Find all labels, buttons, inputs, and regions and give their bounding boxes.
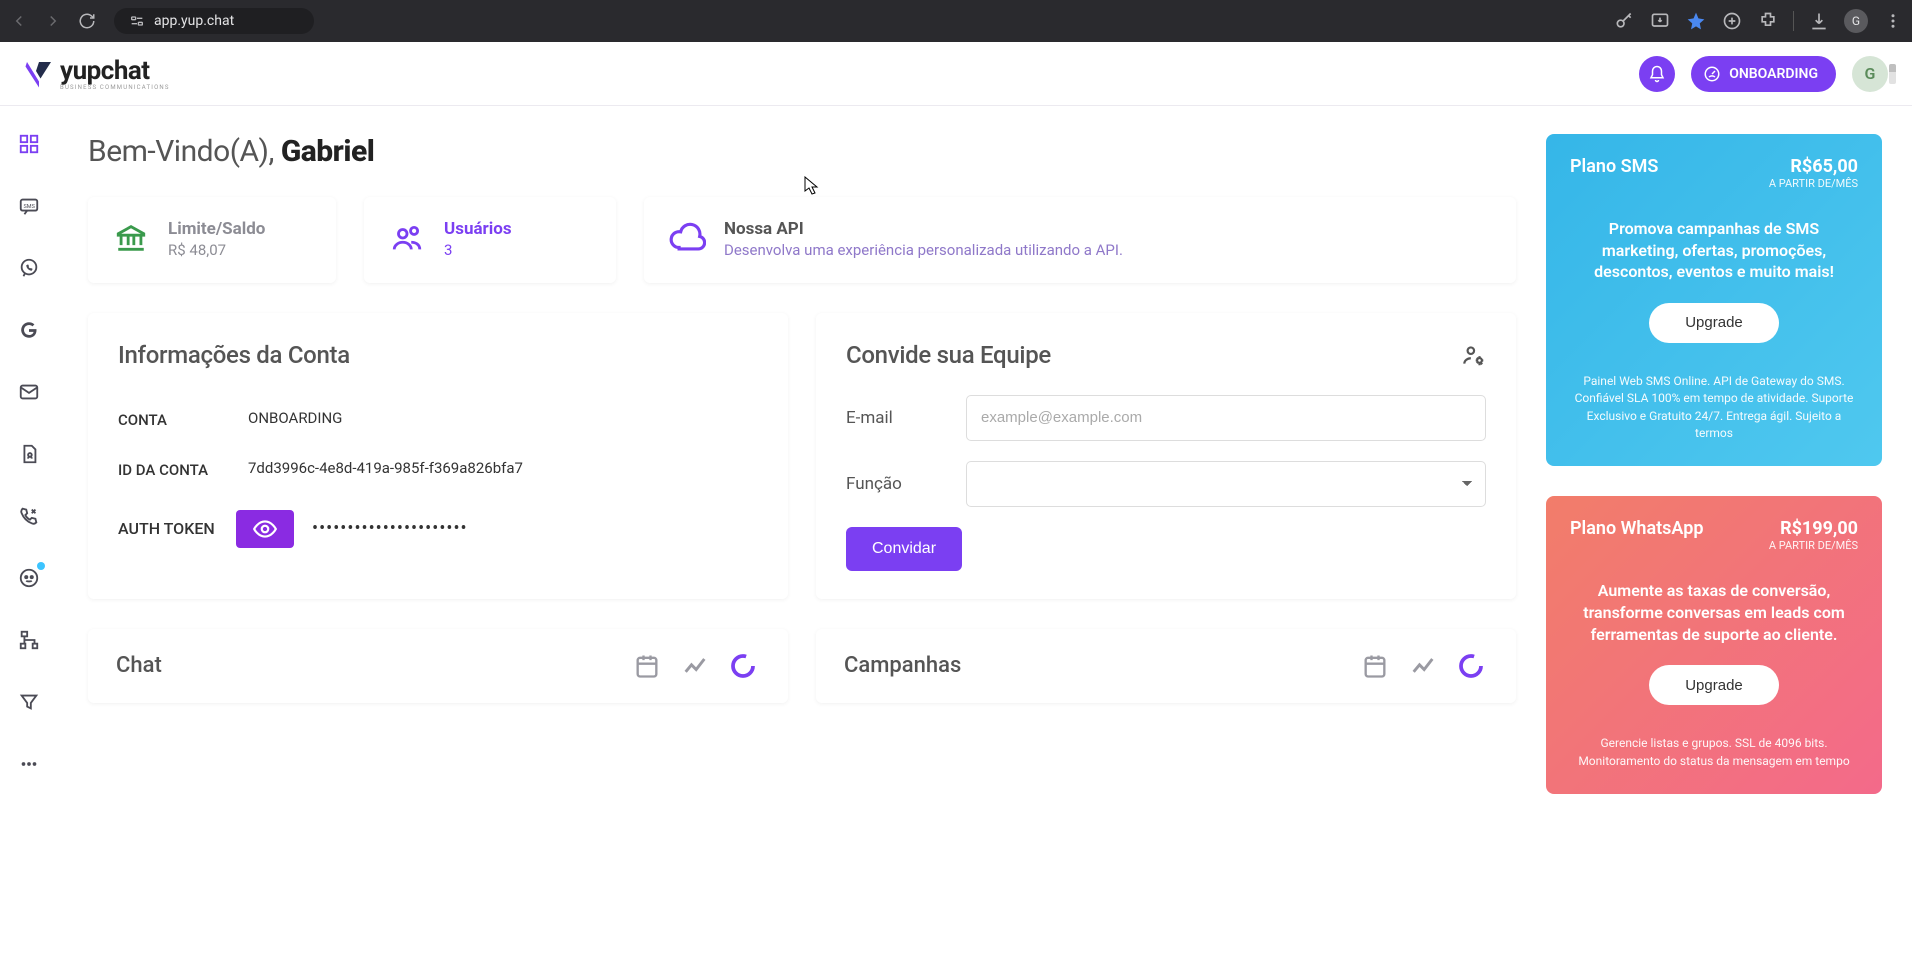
auth-token-label: AUTH TOKEN [118,517,218,541]
welcome-greeting: Bem-Vindo(A), [88,134,281,169]
stat-card-api[interactable]: Nossa API Desenvolva uma experiência per… [644,197,1516,283]
campaigns-title: Campanhas [844,653,961,678]
stat-card-users[interactable]: Usuários 3 [364,197,616,283]
sidebar-flow[interactable] [15,626,43,654]
plan-wa-footer: Gerencie listas e grupos. SSL de 4096 bi… [1570,735,1858,770]
email-label: E-mail [846,408,946,428]
account-info-title: Informações da Conta [118,341,758,369]
api-label: Nossa API [724,219,1123,239]
extensions-icon[interactable] [1757,10,1779,32]
account-id-label: ID DA CONTA [118,459,248,482]
plan-sms-price-sub: A PARTIR DE/MÊS [1769,177,1858,190]
plan-sms-upgrade-button[interactable]: Upgrade [1649,303,1779,343]
sidebar-bot[interactable] [15,564,43,592]
sidebar: SMS [0,106,58,960]
api-description: Desenvolva uma experiência personalizada… [724,241,1123,261]
user-avatar[interactable]: G [1852,56,1888,92]
new-tab-plus-icon[interactable] [1721,10,1743,32]
browser-forward-button[interactable] [42,10,64,32]
sidebar-document[interactable] [15,440,43,468]
bank-icon [112,219,150,257]
campaigns-trend-button[interactable] [1406,649,1440,683]
plan-card-sms: Plano SMS R$65,00 A PARTIR DE/MÊS Promov… [1546,134,1882,466]
role-select[interactable] [966,461,1486,507]
plan-wa-desc: Aumente as taxas de conversão, transform… [1570,580,1858,645]
notifications-button[interactable] [1639,56,1675,92]
welcome-heading: Bem-Vindo(A), Gabriel [88,134,1516,169]
eye-icon [252,516,278,542]
password-key-icon[interactable] [1613,10,1635,32]
email-input[interactable] [966,395,1486,441]
plan-wa-price: R$199,00 [1769,518,1858,539]
sidebar-sms[interactable]: SMS [15,192,43,220]
sidebar-mail[interactable] [15,378,43,406]
browser-address-bar[interactable]: app.yup.chat [114,8,314,34]
welcome-name: Gabriel [281,134,375,169]
toolbar-separator [1793,11,1794,31]
cloud-icon [668,219,706,257]
svg-text:SMS: SMS [24,204,36,210]
account-info-card: Informações da Conta CONTA ONBOARDING ID… [88,313,788,599]
downloads-icon[interactable] [1808,10,1830,32]
invite-team-card: Convide sua Equipe E-mail Função Convida… [816,313,1516,599]
chat-donut-button[interactable] [726,649,760,683]
chat-trend-button[interactable] [678,649,712,683]
role-label: Função [846,474,946,494]
browser-reload-button[interactable] [76,10,98,32]
reveal-token-button[interactable] [236,510,294,548]
bell-icon [1648,65,1666,83]
users-icon [388,219,426,257]
campaigns-donut-button[interactable] [1454,649,1488,683]
browser-menu-icon[interactable] [1882,10,1904,32]
sidebar-google[interactable] [15,316,43,344]
bookmark-star-icon[interactable] [1685,10,1707,32]
sidebar-dashboard[interactable] [15,130,43,158]
site-settings-icon [128,12,146,30]
plan-sms-price: R$65,00 [1769,156,1858,177]
campaigns-calendar-button[interactable] [1358,649,1392,683]
account-id-value: 7dd3996c-4e8d-419a-985f-f369a826bfa7 [248,459,523,482]
invite-title: Convide sua Equipe [846,341,1051,369]
campaigns-card: Campanhas [816,629,1516,703]
plan-wa-price-sub: A PARTIR DE/MÊS [1769,539,1858,552]
logo[interactable]: yupchat BUSINESS COMMUNICATIONS [24,56,170,91]
logo-subtitle: BUSINESS COMMUNICATIONS [60,84,170,91]
browser-toolbar: app.yup.chat G [0,0,1912,42]
browser-url: app.yup.chat [154,13,234,29]
plan-sms-name: Plano SMS [1570,156,1658,177]
plan-wa-name: Plano WhatsApp [1570,518,1703,539]
onboarding-label: ONBOARDING [1729,66,1818,82]
sidebar-filter[interactable] [15,688,43,716]
sidebar-whatsapp[interactable] [15,254,43,282]
sidebar-more[interactable] [15,750,43,778]
invite-button[interactable]: Convidar [846,527,962,571]
plan-wa-upgrade-button[interactable]: Upgrade [1649,665,1779,705]
plan-card-whatsapp: Plano WhatsApp R$199,00 A PARTIR DE/MÊS … [1546,496,1882,794]
users-value: 3 [444,241,512,259]
gauge-icon [1703,65,1721,83]
stat-card-balance[interactable]: Limite/Saldo R$ 48,07 [88,197,336,283]
balance-label: Limite/Saldo [168,219,265,239]
auth-token-masked: •••••••••••••••••••••• [312,518,468,539]
plan-sms-footer: Painel Web SMS Online. API de Gateway do… [1570,373,1858,443]
users-label: Usuários [444,219,512,239]
browser-back-button[interactable] [8,10,30,32]
chat-card: Chat [88,629,788,703]
install-app-icon[interactable] [1649,10,1671,32]
chat-title: Chat [116,653,162,678]
sidebar-call[interactable] [15,502,43,530]
balance-value: R$ 48,07 [168,241,265,259]
plan-sms-desc: Promova campanhas de SMS marketing, ofer… [1570,218,1858,283]
logo-mark-icon [24,59,54,89]
chat-calendar-button[interactable] [630,649,664,683]
manage-team-icon[interactable] [1460,342,1486,368]
account-value: ONBOARDING [248,409,342,432]
account-label: CONTA [118,409,248,432]
profile-avatar[interactable]: G [1844,9,1868,33]
logo-text: yupchat [60,56,170,86]
app-header: yupchat BUSINESS COMMUNICATIONS ONBOARDI… [0,42,1912,106]
onboarding-button[interactable]: ONBOARDING [1691,56,1836,92]
